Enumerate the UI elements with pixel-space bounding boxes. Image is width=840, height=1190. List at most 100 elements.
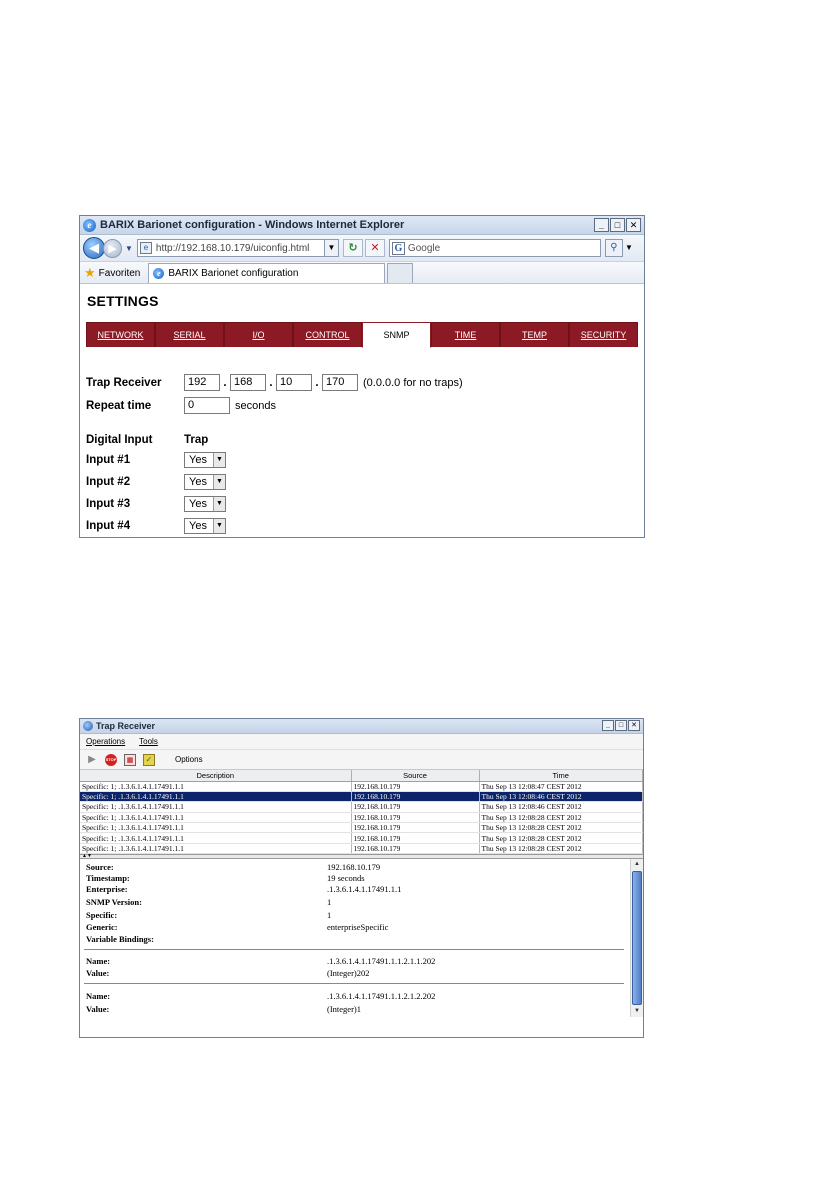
trap-hint: (0.0.0.0 for no traps) bbox=[363, 376, 463, 389]
forward-button[interactable]: ▶ bbox=[103, 238, 122, 258]
binding-name-value: .1.3.6.1.4.1.17491.1.1.2.1.2.202 bbox=[327, 991, 436, 1002]
input-4-trap-select[interactable]: Yes ▼ bbox=[184, 518, 226, 534]
input-1-trap-value: Yes bbox=[189, 454, 207, 466]
browser-tab[interactable]: e BARIX Barionet configuration bbox=[148, 263, 386, 283]
address-url: http://192.168.10.179/uiconfig.html bbox=[155, 242, 310, 254]
scrollbar-thumb[interactable] bbox=[632, 871, 642, 1006]
detail-value: enterpriseSpecific bbox=[327, 922, 389, 933]
detail-value: 192.168.10.179 bbox=[327, 862, 381, 873]
trap-ip-octet-3[interactable]: 10 bbox=[276, 374, 312, 391]
repeat-time-label: Repeat time bbox=[86, 399, 152, 412]
google-icon: G bbox=[391, 241, 405, 255]
new-tab-button[interactable] bbox=[387, 263, 414, 283]
tab-page-icon: e bbox=[153, 268, 165, 279]
detail-row: Specific: 1 bbox=[86, 910, 626, 921]
trap-app-icon bbox=[83, 721, 93, 731]
table-row[interactable]: Specific: 1; .1.3.6.1.4.1.17491.1.1 192.1… bbox=[80, 843, 643, 855]
input-1-trap-select[interactable]: Yes ▼ bbox=[184, 452, 226, 468]
favorites-button[interactable]: ★ Favoriten bbox=[84, 263, 140, 283]
search-options-icon[interactable]: ▼ bbox=[624, 239, 634, 257]
cell-source: 192.168.10.179 bbox=[351, 832, 480, 844]
favorites-bar: ★ Favoriten e BARIX Barionet configurati… bbox=[80, 262, 644, 284]
cell-source: 192.168.10.179 bbox=[351, 822, 480, 834]
clear-table-icon[interactable]: ▦ bbox=[124, 753, 136, 766]
binding-name-row: Name: .1.3.6.1.4.1.17491.1.1.2.1.1.202 bbox=[86, 956, 626, 967]
binding-value-row: Value: (Integer)202 bbox=[86, 968, 626, 979]
detail-value: 19 seconds bbox=[327, 873, 365, 884]
chevron-down-icon: ▼ bbox=[213, 497, 225, 511]
address-dropdown-icon[interactable]: ▼ bbox=[324, 239, 339, 257]
menu-operations[interactable]: Operations bbox=[86, 737, 125, 746]
trap-detail-pane: Source: 192.168.10.179 Timestamp: 19 secon… bbox=[80, 859, 643, 1018]
search-icon[interactable]: ⚲ bbox=[604, 239, 623, 257]
stop-icon[interactable]: STOP bbox=[105, 753, 117, 766]
trap-ip-octet-2[interactable]: 168 bbox=[230, 374, 266, 391]
ie-window-title: BARIX Barionet configuration - Windows I… bbox=[100, 219, 405, 231]
trap-receiver-label: Trap Receiver bbox=[86, 376, 162, 389]
detail-row: Generic: enterpriseSpecific bbox=[86, 922, 626, 933]
trap-header: Trap bbox=[184, 434, 209, 446]
cell-source: 192.168.10.179 bbox=[351, 812, 480, 824]
table-row[interactable]: Specific: 1; .1.3.6.1.4.1.17491.1.1 192.1… bbox=[80, 801, 643, 813]
refresh-button[interactable]: ↻ bbox=[342, 239, 363, 257]
input-2-trap-select[interactable]: Yes ▼ bbox=[184, 474, 226, 490]
tab-snmp[interactable]: SNMP bbox=[362, 322, 431, 348]
page-icon: e bbox=[139, 242, 152, 254]
cell-description: Specific: 1; .1.3.6.1.4.1.17491.1.1 bbox=[80, 822, 352, 834]
trap-maximize-button[interactable]: □ bbox=[615, 720, 627, 731]
detail-row: SNMP Version: 1 bbox=[86, 897, 626, 908]
column-description[interactable]: Description bbox=[80, 770, 352, 782]
tab-time[interactable]: TIME bbox=[431, 322, 500, 347]
table-row-selected[interactable]: Specific: 1; .1.3.6.1.4.1.17491.1.1 192.1… bbox=[80, 791, 643, 803]
menu-tools[interactable]: Tools bbox=[139, 737, 158, 746]
binding-name-label: Name: bbox=[86, 956, 111, 967]
column-source[interactable]: Source bbox=[351, 770, 480, 782]
minimize-button[interactable]: _ bbox=[594, 218, 609, 232]
search-input[interactable]: G Google bbox=[388, 239, 601, 257]
options-label[interactable]: Options bbox=[175, 755, 203, 764]
page-content: SETTINGS NETWORK SERIAL I/O CONTROL SNMP… bbox=[80, 293, 644, 534]
trap-ip-octet-4[interactable]: 170 bbox=[322, 374, 358, 391]
trap-ip-octet-1[interactable]: 192 bbox=[184, 374, 220, 391]
vertical-scrollbar[interactable]: ▲ ▼ bbox=[630, 859, 643, 1018]
trap-close-button[interactable]: ✕ bbox=[628, 720, 640, 731]
cell-time: Thu Sep 13 12:08:46 CEST 2012 bbox=[479, 791, 643, 803]
table-row[interactable]: Specific: 1; .1.3.6.1.4.1.17491.1.1 192.1… bbox=[80, 832, 643, 844]
back-button[interactable]: ◀ bbox=[83, 237, 105, 259]
trap-minimize-button[interactable]: _ bbox=[602, 720, 614, 731]
maximize-button[interactable]: □ bbox=[610, 218, 625, 232]
tab-temp[interactable]: TEMP bbox=[500, 322, 569, 347]
cell-source: 192.168.10.179 bbox=[351, 791, 480, 803]
divider bbox=[84, 983, 624, 985]
options-icon[interactable]: ✓ bbox=[143, 753, 155, 766]
ie-window: e BARIX Barionet configuration - Windows… bbox=[79, 215, 645, 538]
repeat-time-input[interactable]: 0 bbox=[184, 397, 230, 414]
binding-value-label: Value: bbox=[86, 1004, 110, 1015]
table-row[interactable]: Specific: 1; .1.3.6.1.4.1.17491.1.1 192.1… bbox=[80, 822, 643, 834]
detail-key: SNMP Version: bbox=[86, 897, 142, 908]
tab-control[interactable]: CONTROL bbox=[293, 322, 362, 347]
play-icon[interactable]: ▶ bbox=[86, 754, 98, 766]
input-3-trap-select[interactable]: Yes ▼ bbox=[184, 496, 226, 512]
tab-io[interactable]: I/O bbox=[224, 322, 293, 347]
tab-network[interactable]: NETWORK bbox=[86, 322, 155, 347]
detail-value: 1 bbox=[327, 910, 332, 921]
scroll-down-icon[interactable]: ▼ bbox=[631, 1006, 643, 1017]
table-row[interactable]: Specific: 1; .1.3.6.1.4.1.17491.1.1 192.1… bbox=[80, 781, 643, 792]
detail-key: Timestamp: bbox=[86, 873, 130, 884]
table-row[interactable]: Specific: 1; .1.3.6.1.4.1.17491.1.1 192.1… bbox=[80, 812, 643, 824]
input-3-trap-value: Yes bbox=[189, 498, 207, 510]
cell-time: Thu Sep 13 12:08:47 CEST 2012 bbox=[479, 781, 643, 792]
chevron-down-icon: ▼ bbox=[213, 453, 225, 467]
close-button[interactable]: ✕ bbox=[626, 218, 641, 232]
binding-value-value: (Integer)1 bbox=[327, 1004, 361, 1015]
column-time[interactable]: Time bbox=[479, 770, 643, 782]
divider bbox=[84, 949, 624, 951]
stop-button[interactable]: ✕ bbox=[364, 239, 385, 257]
history-dropdown-icon[interactable]: ▼ bbox=[125, 244, 133, 253]
address-bar[interactable]: e http://192.168.10.179/uiconfig.html bbox=[136, 239, 325, 257]
tab-security[interactable]: SECURITY bbox=[569, 322, 638, 347]
tab-serial[interactable]: SERIAL bbox=[155, 322, 224, 347]
binding-name-label: Name: bbox=[86, 991, 111, 1002]
scroll-up-icon[interactable]: ▲ bbox=[631, 859, 643, 870]
